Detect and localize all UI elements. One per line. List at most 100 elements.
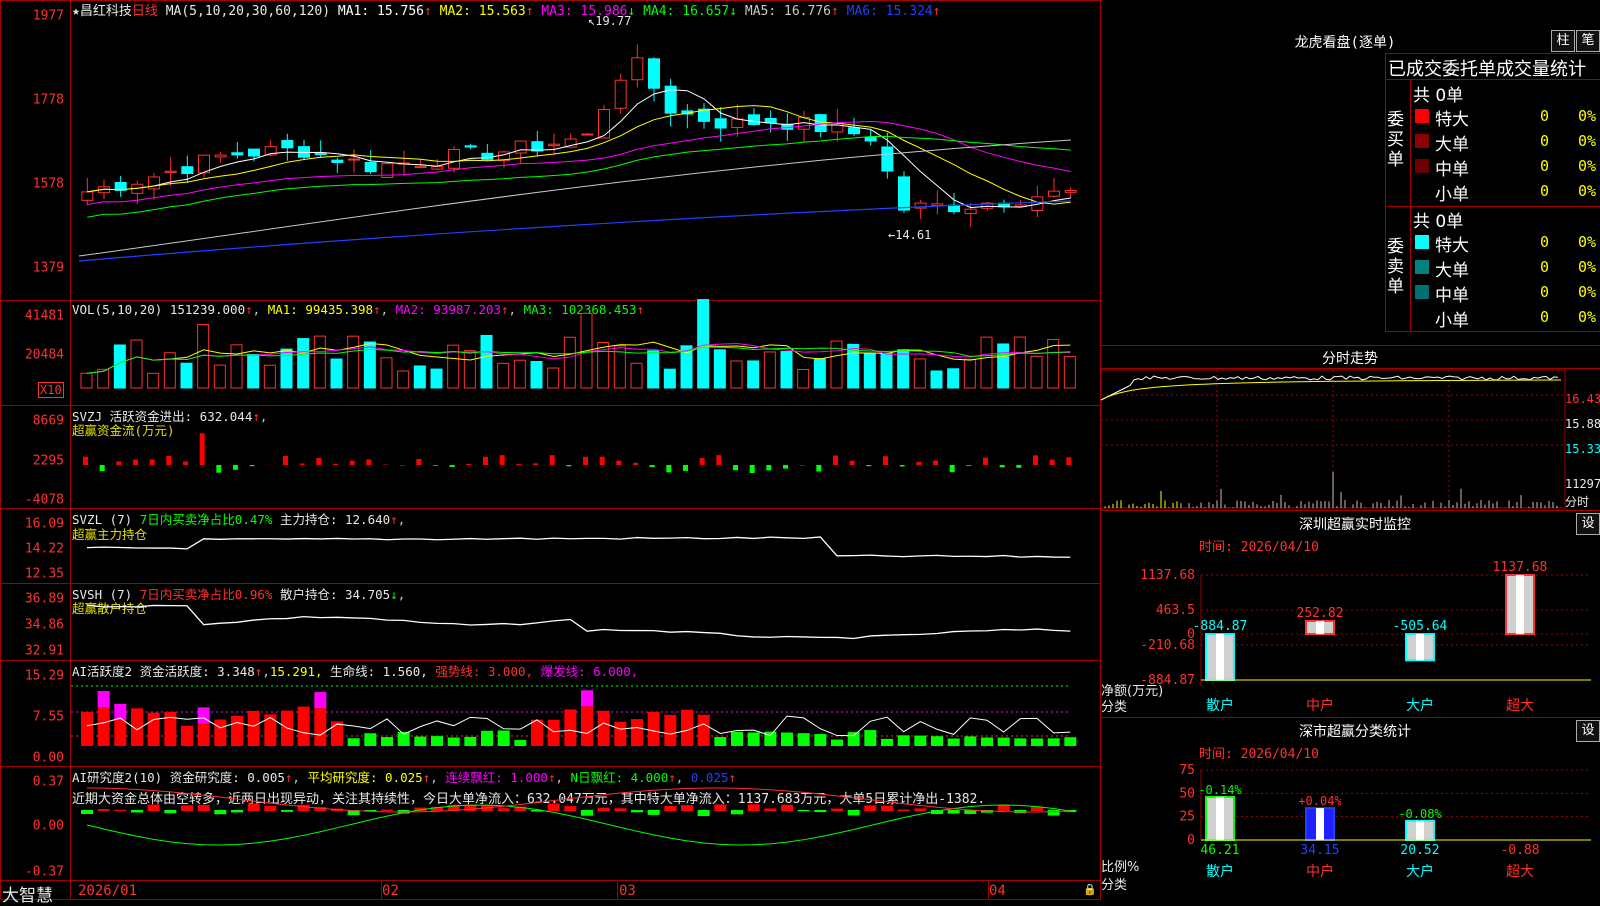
row-swatch [1415,109,1429,123]
volume-bar [498,363,509,388]
flow-bar [866,465,871,466]
research-bar [298,805,310,811]
flow-bar [416,459,421,465]
row-swatch [1415,285,1429,299]
research-bar [214,810,226,814]
szmon-settings-button[interactable]: 设 [1576,513,1600,535]
low-label: ←14.61 [888,228,931,242]
szmon-tick: 463.5 [1156,603,1195,618]
longhu-title: 龙虎看盘(逐单) [1260,32,1430,52]
flow-bar [150,459,155,465]
ai-activity-chart[interactable] [71,676,1101,766]
row-pct: 0% [1578,182,1596,200]
ai1-tick: 15.29 [25,669,64,684]
vol-tick: 41481 [25,309,64,324]
activity-bar-top [198,707,210,723]
activity-bar-top [98,691,110,707]
intraday-chart[interactable] [1101,370,1565,510]
activity-bar [898,735,910,746]
tick-view-button[interactable]: 笔 [1576,30,1600,52]
flow-bar [850,461,855,465]
activity-bar [264,714,276,746]
divider [1101,510,1600,511]
szmon-bar-highlight [1316,621,1324,634]
szmon-category: 散户 [1206,697,1234,714]
szcls-value-label: 34.15 [1300,843,1339,858]
szcls-value-label: 20.52 [1400,843,1439,858]
activity-bar [731,732,743,746]
flow-bar [616,461,621,465]
flow-bar [983,458,988,465]
szmon-value-label: -884.87 [1193,619,1248,634]
flow-bar [500,455,505,465]
row-name: 中单 [1435,281,1469,306]
activity-bar [214,719,226,746]
ma-line [87,90,1070,208]
research-bar [898,810,910,811]
candle-body [82,192,93,200]
flow-bar [383,464,388,465]
research-bar [231,810,243,812]
bar-view-button[interactable]: 柱 [1551,30,1575,52]
x-tick [381,880,382,900]
research-bar [148,805,160,811]
row-pct: 0% [1578,308,1596,326]
activity-bar [798,733,810,746]
flow-bar [283,456,288,465]
research-bar [714,804,726,811]
divider [0,880,1101,881]
szmon-bar-highlight [1416,634,1424,660]
activity-bar [948,739,960,746]
volume-bar [431,369,442,388]
candle-body [415,166,426,167]
divider [1101,717,1600,718]
volume-bar [148,373,159,388]
flow-bar [166,456,171,465]
research-bar [264,806,276,811]
szmon-category: 中户 [1306,697,1334,714]
volume-bar [798,369,809,388]
volume-bar [898,350,909,388]
volume-bar [381,358,392,388]
candle-body [765,118,776,122]
activity-bar [664,715,676,746]
research-bar [631,810,643,812]
fenshi-tick: 15.33 [1565,442,1600,456]
activity-bar-top [581,690,593,706]
svsh-tick: 34.86 [25,618,64,633]
volume-bar [164,353,175,388]
szmon-bar-chart[interactable]: 1137.68463.50-210.68-884.87-884.87散户252.… [1101,555,1600,715]
flow-bar [600,457,605,465]
activity-bar [298,707,310,746]
szcls-tick: 0 [1187,833,1195,848]
szcls-bar-chart[interactable]: 7550250-0.14%46.21散户+0.04%34.15中户-0.08%2… [1101,760,1600,900]
szcls-settings-button[interactable]: 设 [1576,720,1600,742]
flow-bar [933,460,938,465]
szmon-value-label: 1137.68 [1493,560,1548,575]
volume-chart[interactable] [71,318,1101,405]
svzj-chart[interactable] [71,420,1101,508]
candlestick-chart[interactable] [71,16,1101,300]
activity-bar-top [114,704,126,720]
research-bar [831,809,843,811]
research-bar [181,805,193,811]
activity-bar [181,726,193,746]
ai-research-chart[interactable] [71,790,1101,880]
volume-bar [398,371,409,388]
volume-bar [781,352,792,388]
vol-unit[interactable]: X10 [38,382,64,398]
svzl-chart[interactable] [71,520,1101,580]
svsh-chart[interactable] [71,596,1101,658]
row-pct: 0% [1578,258,1596,276]
research-bar [614,808,626,811]
research-bar [914,808,926,811]
activity-bar [831,740,843,746]
szmon-value-label: -505.64 [1393,619,1448,634]
research-bar [198,805,210,811]
lock-icon[interactable]: 🔒 [1083,883,1097,896]
szmon-category: 超大 [1506,698,1534,714]
szcls-change-label: -0.14% [1198,783,1242,797]
activity-bar [348,738,360,746]
activity-bar [98,707,110,746]
szmon-tick: -210.68 [1140,638,1195,653]
